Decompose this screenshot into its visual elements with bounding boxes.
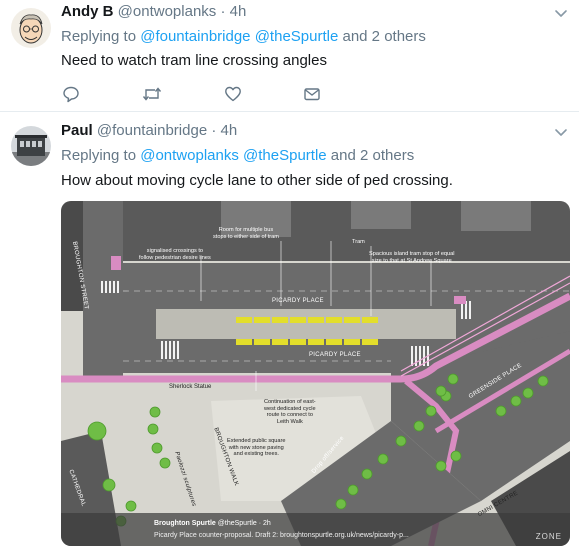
tweet-header: Paul @fountainbridge · 4h (61, 121, 237, 141)
map-label-cycle-route: Continuation of east- west dedicated cyc… (264, 399, 316, 425)
tweet-andy-b: Andy B @ontwoplanks · 4h Replying to @fo… (0, 0, 579, 112)
quoted-media-image[interactable]: Room for multiple bus stops to either si… (61, 201, 570, 546)
tweet-paul: Paul @fountainbridge · 4h Replying to @o… (0, 113, 579, 551)
mention-link[interactable]: @fountainbridge (140, 28, 250, 45)
avatar[interactable] (11, 8, 51, 48)
tweet-text: How about moving cycle lane to other sid… (61, 172, 453, 189)
replying-to-label: Replying to (61, 28, 137, 45)
map-label-bus-stops: Room for multiple bus stops to either si… (213, 227, 279, 240)
separator-dot: · (211, 122, 217, 139)
display-name[interactable]: Paul (61, 122, 93, 139)
map-label-sherlock: Sherlock Statue (169, 384, 212, 390)
caption-handle[interactable]: @theSpurtle · 2h (218, 520, 271, 527)
caption-subtitle[interactable]: Picardy Place counter-proposal. Draft 2:… (154, 532, 409, 539)
retweet-button[interactable] (142, 84, 162, 104)
tweet-header: Andy B @ontwoplanks · 4h (61, 2, 246, 22)
map-label-tram-stop: Spacious island tram stop of equal size … (369, 251, 455, 264)
replying-to: Replying to @ontwoplanks @theSpurtle and… (61, 146, 414, 166)
like-button[interactable] (223, 84, 243, 104)
road-picardy-place-south: PICARDY PLACE (309, 352, 361, 358)
replying-to-label: Replying to (61, 147, 137, 164)
chevron-down-icon[interactable] (554, 6, 568, 20)
timestamp[interactable]: 4h (230, 3, 247, 20)
message-button[interactable] (302, 84, 322, 104)
others-label[interactable]: and 2 others (331, 147, 414, 164)
building-photo-icon (11, 126, 51, 166)
replying-to: Replying to @fountainbridge @theSpurtle … (61, 27, 426, 47)
like-icon (225, 86, 241, 102)
map-label-public-square: Extended public square with new stone pa… (227, 438, 286, 458)
message-icon (304, 88, 320, 101)
retweet-icon (142, 87, 162, 101)
cartoon-face-icon (11, 8, 51, 48)
reply-button[interactable] (61, 84, 81, 104)
map-illustration (61, 201, 570, 546)
caption-author[interactable]: Broughton Spurtle (154, 520, 216, 527)
user-handle[interactable]: @fountainbridge (97, 122, 207, 139)
others-label[interactable]: and 2 others (342, 28, 425, 45)
separator-dot: · (220, 3, 226, 20)
map-label-signalised: signalised crossings to follow pedestria… (139, 248, 211, 261)
map-label-tram: Tram (352, 239, 365, 245)
chevron-down-icon[interactable] (554, 125, 568, 139)
reply-icon (63, 86, 79, 103)
caption-title: Broughton Spurtle @theSpurtle · 2h (154, 520, 271, 527)
road-picardy-place-north: PICARDY PLACE (272, 298, 324, 304)
zone-watermark: ZONE (535, 532, 562, 541)
avatar[interactable] (11, 126, 51, 166)
timestamp[interactable]: 4h (221, 122, 238, 139)
display-name[interactable]: Andy B (61, 3, 114, 20)
media-caption: Broughton Spurtle @theSpurtle · 2h Picar… (61, 513, 570, 546)
tweet-actions (61, 84, 341, 104)
mention-link[interactable]: @theSpurtle (243, 147, 327, 164)
mention-link[interactable]: @theSpurtle (255, 28, 339, 45)
user-handle[interactable]: @ontwoplanks (118, 3, 217, 20)
mention-link[interactable]: @ontwoplanks (140, 147, 239, 164)
tweet-text: Need to watch tram line crossing angles (61, 52, 327, 69)
